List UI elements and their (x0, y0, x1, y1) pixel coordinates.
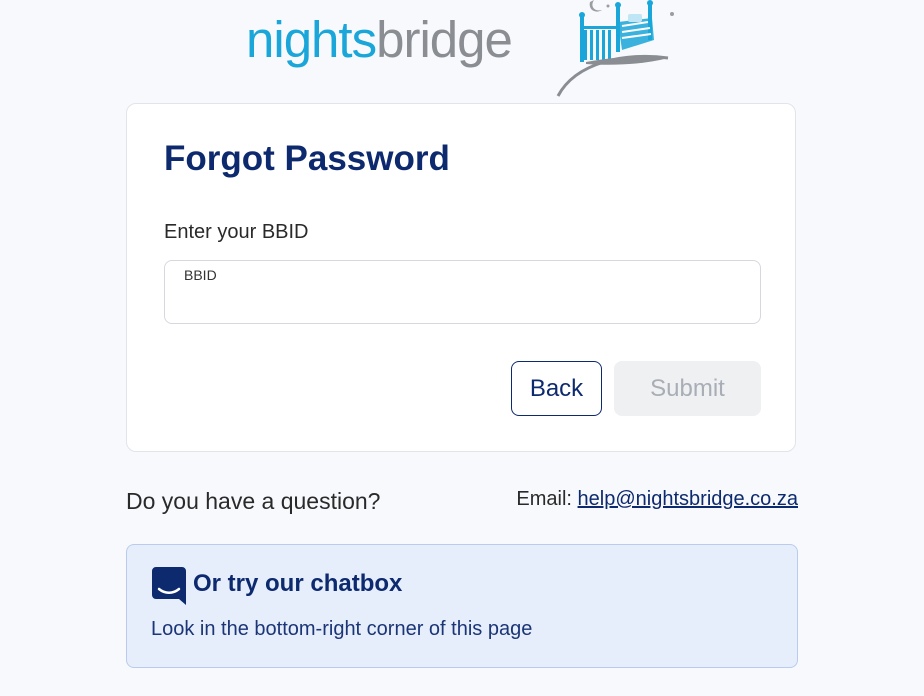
back-button[interactable]: Back (511, 361, 602, 416)
nightsbridge-logo: nightsbridge (246, 0, 686, 100)
bbid-input[interactable] (183, 289, 747, 317)
logo-wordmark: nightsbridge (246, 11, 513, 68)
forgot-password-card: Forgot Password Enter your BBID BBID Bac… (126, 103, 796, 452)
bbid-input-label: BBID (184, 267, 217, 283)
bbid-prompt-label: Enter your BBID (164, 221, 309, 243)
chat-icon (152, 567, 186, 605)
email-contact: Email: help@nightsbridge.co.za (516, 488, 798, 511)
bed-moon-logo-icon (556, 0, 674, 97)
submit-button[interactable]: Submit (614, 361, 761, 416)
support-email-link[interactable]: help@nightsbridge.co.za (578, 488, 798, 510)
email-prefix: Email: (516, 488, 572, 510)
logo-wordmark-part1: nights (246, 11, 377, 68)
logo-wordmark-part2: bridge (376, 11, 513, 68)
page-title: Forgot Password (164, 139, 450, 178)
bbid-field[interactable]: BBID (164, 260, 761, 324)
chatbox-subtitle: Look in the bottom-right corner of this … (151, 618, 533, 640)
chatbox-title: Or try our chatbox (193, 570, 403, 597)
chatbox-hint: Or try our chatbox Look in the bottom-ri… (126, 544, 798, 668)
question-heading: Do you have a question? (126, 488, 381, 514)
